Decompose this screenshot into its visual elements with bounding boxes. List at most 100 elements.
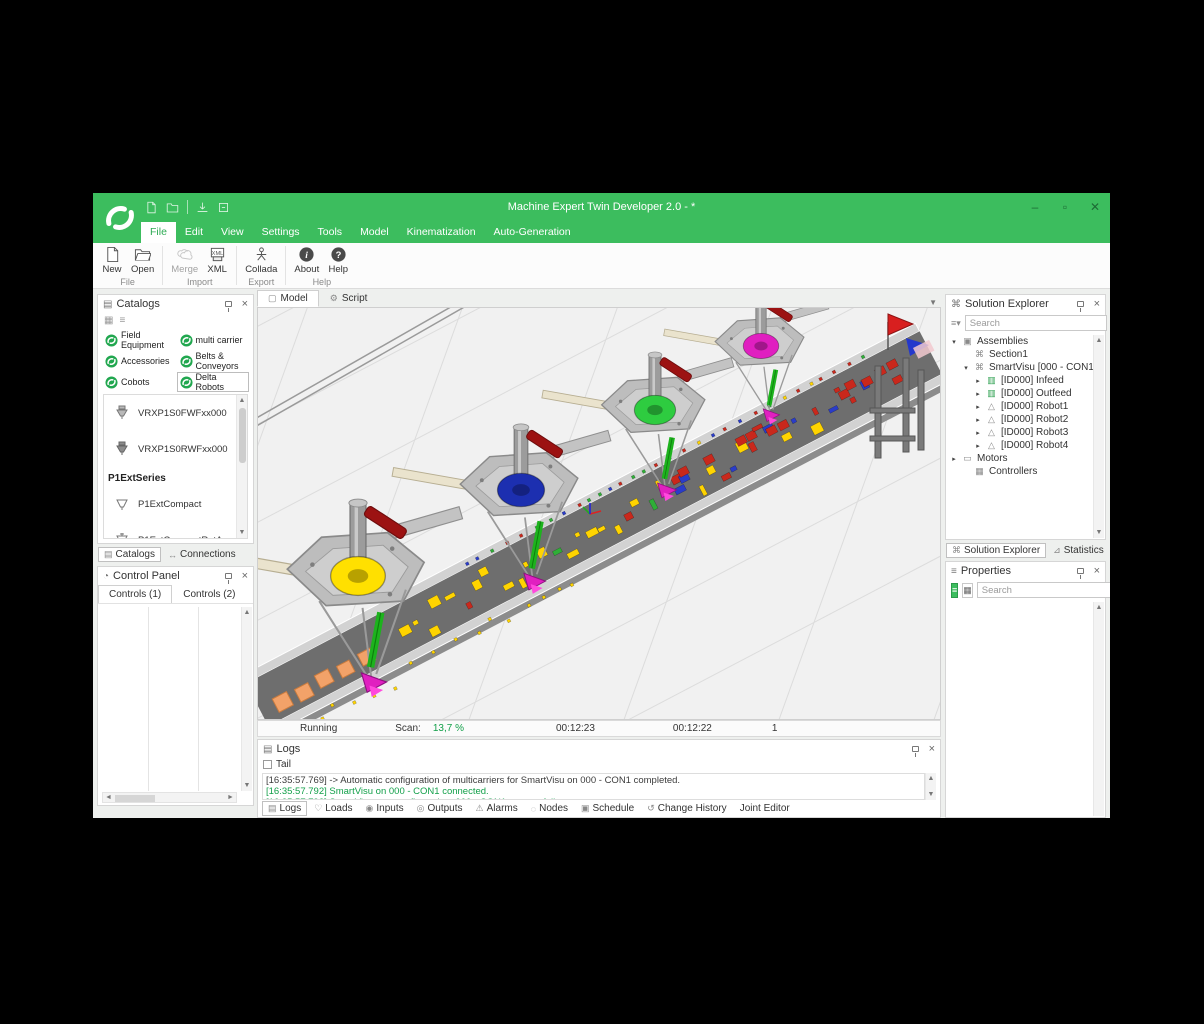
simulation-statusbar: Running Scan: 13,7 % 00:12:23 00:12:22 1 — [257, 720, 941, 737]
tab-connections[interactable]: ↔Connections — [162, 547, 242, 562]
3d-viewport[interactable] — [257, 307, 941, 720]
cycle-count: 1 — [772, 723, 778, 734]
menu-settings[interactable]: Settings — [253, 222, 309, 243]
tree-item-robot2[interactable]: ▸△[ID000] Robot2 — [950, 413, 1105, 426]
solution-search-input[interactable] — [965, 315, 1107, 331]
catalog-item[interactable]: VRXP1S0FWFxx000 — [104, 395, 247, 431]
open-button[interactable]: Open — [129, 245, 156, 276]
catalog-item[interactable]: P1ExtCompact — [104, 486, 247, 522]
list-view-icon[interactable]: ≡ — [119, 315, 125, 326]
category-multi-carrier[interactable]: multi carrier — [177, 330, 250, 350]
minimize-button[interactable]: – — [1020, 193, 1050, 221]
tab-schedule[interactable]: ▣Schedule — [575, 801, 640, 816]
robot-icon: △ — [986, 440, 997, 451]
help-button[interactable]: ? Help — [325, 245, 351, 276]
export-icon[interactable] — [217, 201, 230, 214]
tab-catalogs[interactable]: ▤Catalogs — [98, 547, 161, 562]
tab-inputs[interactable]: ◉Inputs — [360, 801, 410, 816]
menu-kinematization[interactable]: Kinematization — [398, 222, 485, 243]
scan-value: 13,7 % — [433, 723, 464, 734]
pin-icon[interactable] — [1077, 568, 1084, 574]
xml-button[interactable]: XML XML — [204, 245, 230, 276]
category-accessories[interactable]: Accessories — [102, 351, 175, 371]
category-delta-robots[interactable]: Delta Robots — [177, 372, 250, 392]
tree-item-infeed[interactable]: ▸▥[ID000] Infeed — [950, 374, 1105, 387]
properties-scrollbar[interactable]: ▲ — [1093, 602, 1104, 816]
solution-scrollbar[interactable]: ▲ ▼ — [1093, 335, 1104, 538]
menu-model[interactable]: Model — [351, 222, 398, 243]
close-icon[interactable]: × — [242, 299, 248, 310]
category-field-equipment[interactable]: Field Equipment — [102, 330, 175, 350]
tab-joint-editor[interactable]: Joint Editor — [734, 801, 796, 816]
close-icon[interactable]: × — [929, 744, 935, 755]
pin-icon[interactable] — [225, 301, 232, 307]
tree-item-motors[interactable]: ▸▭Motors — [950, 452, 1105, 465]
close-icon[interactable]: × — [1094, 299, 1100, 310]
properties-panel: ≡ Properties × ≡ ▦ ▲ — [945, 561, 1106, 818]
tree-item-smartvisu[interactable]: ▾⌘SmartVisu [000 - CON1] — [950, 361, 1105, 374]
tab-loads[interactable]: ♡Loads — [308, 801, 358, 816]
grid-view-icon[interactable]: ▦ — [104, 315, 113, 326]
tail-checkbox[interactable] — [263, 760, 272, 769]
tree-item-controllers[interactable]: ▦Controllers — [950, 465, 1105, 478]
close-icon[interactable]: × — [242, 571, 248, 582]
solution-explorer-panel: ⌘ Solution Explorer × ≡▾ ▾▣Assemblies ⌘S… — [945, 294, 1106, 540]
catalog-categories: Field Equipment multi carrier Accessorie… — [98, 328, 253, 394]
log-scrollbar[interactable]: ▲ ▼ — [925, 773, 936, 800]
tab-solution-explorer[interactable]: ⌘Solution Explorer — [946, 543, 1046, 558]
new-button[interactable]: New — [99, 245, 125, 276]
properties-grid-view-button[interactable]: ▦ — [962, 583, 973, 598]
import-icon[interactable] — [196, 201, 209, 214]
tab-outputs[interactable]: ◎Outputs — [411, 801, 469, 816]
control-panel-vscrollbar[interactable]: ▲ ▼ — [241, 607, 252, 791]
pin-icon[interactable] — [912, 746, 919, 752]
category-belts-conveyors[interactable]: Belts & Conveyors — [177, 351, 250, 371]
pin-icon[interactable] — [225, 573, 232, 579]
merge-button[interactable]: Merge — [169, 245, 200, 276]
new-document-icon[interactable] — [145, 201, 158, 214]
tree-item-robot4[interactable]: ▸△[ID000] Robot4 — [950, 439, 1105, 452]
solution-explorer-title: Solution Explorer — [965, 298, 1049, 310]
tab-statistics[interactable]: ⊿Statistics — [1047, 543, 1110, 558]
control-panel-hscrollbar[interactable]: ◄ ► — [102, 792, 237, 803]
open-folder-icon[interactable] — [166, 201, 179, 214]
tab-overflow-icon[interactable]: ▼ — [929, 298, 941, 307]
tab-alarms[interactable]: ⚠Alarms — [470, 801, 524, 816]
menu-view[interactable]: View — [212, 222, 253, 243]
tree-item-robot3[interactable]: ▸△[ID000] Robot3 — [950, 426, 1105, 439]
motor-icon: ▭ — [962, 453, 973, 464]
tree-item-outfeed[interactable]: ▸▥[ID000] Outfeed — [950, 387, 1105, 400]
tab-nodes[interactable]: ◌Nodes — [525, 801, 574, 816]
close-button[interactable]: ✕ — [1080, 193, 1110, 221]
category-cobots[interactable]: Cobots — [102, 372, 175, 392]
close-icon[interactable]: × — [1094, 566, 1100, 577]
menu-auto-generation[interactable]: Auto-Generation — [485, 222, 580, 243]
schneider-logo-icon — [100, 198, 140, 238]
catalog-item[interactable]: P1ExtCompactRotAx — [104, 522, 247, 539]
maximize-button[interactable]: ▫ — [1050, 193, 1080, 221]
about-button[interactable]: i About — [292, 245, 321, 276]
filter-icon[interactable]: ≡▾ — [951, 318, 961, 329]
tab-change-history[interactable]: ↺Change History — [641, 801, 732, 816]
properties-list-view-button[interactable]: ≡ — [951, 583, 958, 598]
tab-model[interactable]: ▢Model — [257, 290, 319, 307]
tab-controls-1[interactable]: Controls (1) — [98, 585, 172, 603]
tab-script[interactable]: ⚙Script — [319, 290, 379, 307]
tree-item-robot1[interactable]: ▸△[ID000] Robot1 — [950, 400, 1105, 413]
catalog-scrollbar[interactable]: ▲ ▼ — [236, 395, 247, 538]
log-list[interactable]: [16:35:57.769] -> Automatic configuratio… — [262, 773, 925, 800]
tab-logs[interactable]: ▤Logs — [262, 801, 307, 816]
catalog-item[interactable]: VRXP1S0RWFxx000 — [104, 431, 247, 467]
pin-icon[interactable] — [1077, 301, 1084, 307]
properties-search-input[interactable] — [977, 582, 1110, 598]
tree-item-assemblies[interactable]: ▾▣Assemblies — [950, 335, 1105, 348]
tree-item-section1[interactable]: ⌘Section1 — [950, 348, 1105, 361]
delta-robot-icon — [114, 405, 130, 421]
tab-controls-2[interactable]: Controls (2) — [172, 585, 246, 603]
logs-tabbar: ▤Logs ♡Loads ◉Inputs ◎Outputs ⚠Alarms ◌N… — [262, 801, 796, 816]
menu-tools[interactable]: Tools — [309, 222, 352, 243]
menu-edit[interactable]: Edit — [176, 222, 212, 243]
control-panel-canvas[interactable] — [99, 607, 240, 791]
collada-button[interactable]: Collada — [243, 245, 279, 276]
menu-file[interactable]: File — [141, 222, 176, 243]
